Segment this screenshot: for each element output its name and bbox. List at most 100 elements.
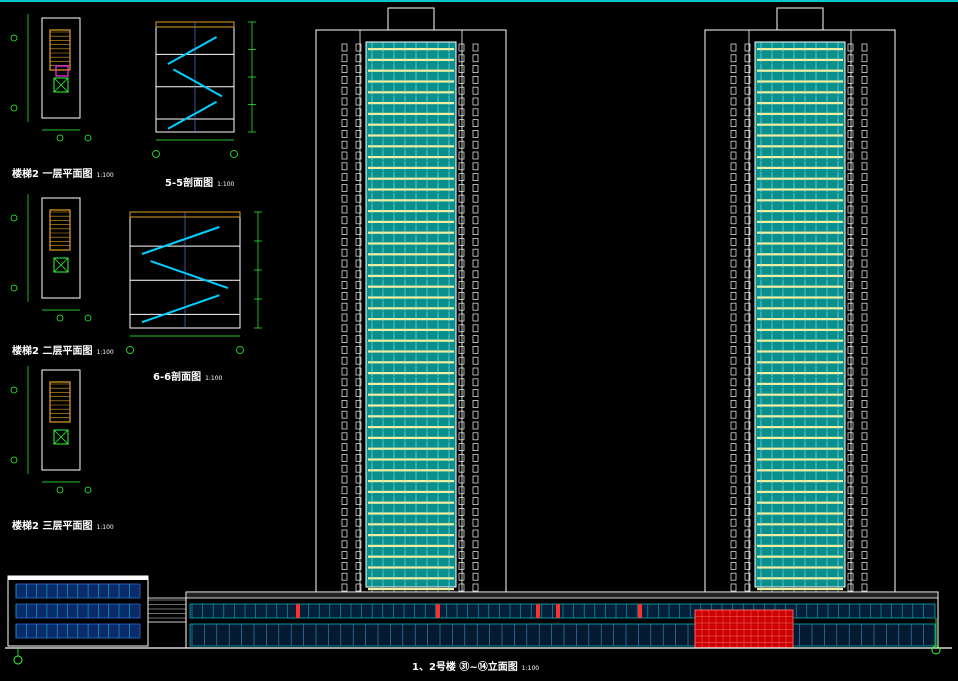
side-window: [730, 324, 737, 333]
side-window: [730, 313, 737, 322]
floor-window-band: [368, 523, 454, 526]
side-window: [847, 281, 854, 290]
side-window: [458, 475, 465, 484]
side-window: [730, 345, 737, 354]
side-window: [861, 54, 868, 63]
floor-window-band: [368, 415, 454, 418]
side-window: [861, 562, 868, 570]
side-window: [730, 378, 737, 387]
side-window: [730, 194, 737, 203]
side-window: [861, 151, 868, 160]
side-window: [472, 518, 479, 527]
side-window: [861, 335, 868, 344]
side-window: [341, 54, 348, 63]
side-window: [730, 291, 737, 300]
side-window: [861, 432, 868, 441]
side-window: [341, 259, 348, 268]
stair-plan: [10, 366, 92, 494]
side-window: [730, 399, 737, 408]
side-window: [861, 291, 868, 300]
side-window: [730, 248, 737, 257]
side-window: [458, 356, 465, 365]
side-window: [861, 475, 868, 484]
plan-axis-bubble: [56, 314, 64, 322]
floor-window-band: [757, 80, 843, 83]
floor-window-band: [368, 48, 454, 51]
side-window: [472, 562, 479, 570]
side-window: [458, 324, 465, 333]
floor-window-band: [368, 231, 454, 234]
side-window: [472, 270, 479, 279]
side-window: [847, 389, 854, 398]
side-window: [730, 497, 737, 506]
floor-window-band: [757, 577, 843, 580]
floor-window-band: [757, 199, 843, 202]
plan-wall-outline: [41, 369, 81, 471]
side-window: [472, 76, 479, 84]
side-window: [847, 399, 854, 408]
side-window: [861, 216, 868, 225]
axis-bubble-right: [931, 645, 941, 655]
floor-window-band: [757, 177, 843, 180]
side-window: [341, 497, 348, 506]
side-window: [458, 259, 465, 268]
side-window: [730, 453, 737, 462]
side-window: [861, 389, 868, 398]
floor-window-band: [368, 372, 454, 375]
side-window: [847, 43, 854, 52]
floor-window-band: [368, 458, 454, 461]
side-window: [458, 551, 465, 559]
side-window: [458, 335, 465, 344]
side-window: [341, 432, 348, 441]
side-window: [861, 313, 868, 322]
plan-wall-outline: [41, 17, 81, 119]
floor-window-band: [757, 58, 843, 61]
floor-window-band: [757, 372, 843, 375]
side-window: [730, 216, 737, 225]
side-window: [861, 540, 868, 549]
floor-window-band: [757, 361, 843, 364]
side-window: [847, 497, 854, 506]
plan-axis-bubble: [84, 134, 92, 142]
side-window: [730, 540, 737, 549]
side-window: [847, 302, 854, 311]
floor-window-band: [757, 102, 843, 105]
side-window: [472, 194, 479, 203]
side-window: [458, 281, 465, 290]
side-window: [472, 367, 479, 376]
floor-window-band: [368, 490, 454, 493]
floor-window-band: [757, 566, 843, 569]
side-window: [341, 475, 348, 484]
red-accent: [436, 604, 440, 618]
side-window: [861, 518, 868, 527]
side-window: [341, 313, 348, 322]
floor-window-band: [757, 523, 843, 526]
side-window: [730, 389, 737, 398]
floor-window-band: [757, 156, 843, 159]
side-window: [847, 518, 854, 527]
section-stair-flight: [141, 226, 220, 255]
side-window: [847, 151, 854, 160]
side-window: [458, 54, 465, 63]
section-stair-flight: [150, 260, 229, 290]
floor-window-band: [368, 534, 454, 537]
side-window: [730, 151, 737, 160]
floor-window-band: [368, 350, 454, 353]
tower: [315, 7, 507, 593]
side-window: [847, 486, 854, 495]
side-window: [472, 248, 479, 257]
side-window: [847, 129, 854, 138]
side-window: [341, 43, 348, 52]
plan-axis-bubble: [10, 34, 18, 42]
side-window: [472, 129, 479, 138]
side-window: [472, 205, 479, 214]
floor-window-band: [368, 253, 454, 256]
plan-title-2: 楼梯2 二层平面图 1:100: [12, 346, 114, 357]
side-window: [730, 572, 737, 581]
plan-highlight: [55, 65, 69, 77]
side-window: [861, 507, 868, 516]
side-window: [861, 259, 868, 268]
side-window: [341, 367, 348, 376]
floor-window-band: [368, 156, 454, 159]
floor-window-band: [757, 220, 843, 223]
